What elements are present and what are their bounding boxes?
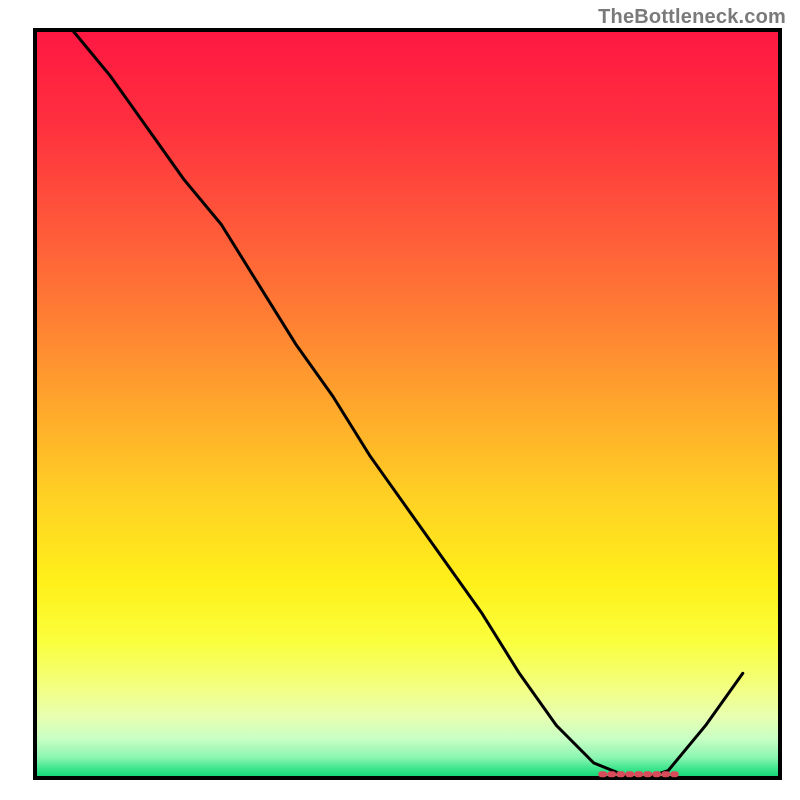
chart-container: TheBottleneck.com [0, 0, 800, 800]
plot-background [37, 32, 778, 776]
bottleneck-chart [0, 0, 800, 800]
watermark-label: TheBottleneck.com [598, 6, 786, 29]
